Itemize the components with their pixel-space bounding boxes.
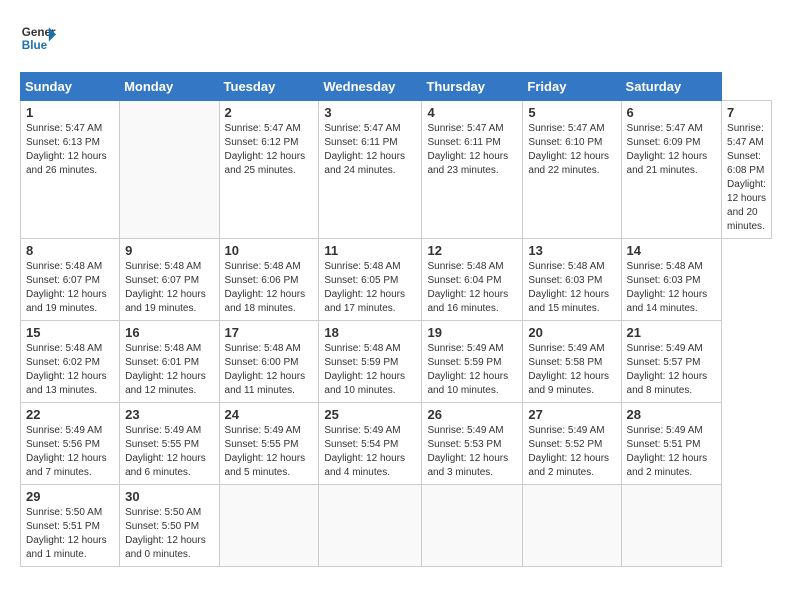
calendar-day-3: 3Sunrise: 5:47 AM Sunset: 6:11 PM Daylig… <box>319 101 422 239</box>
calendar-day-10: 10Sunrise: 5:48 AM Sunset: 6:06 PM Dayli… <box>219 239 319 321</box>
calendar-day-16: 16Sunrise: 5:48 AM Sunset: 6:01 PM Dayli… <box>120 321 219 403</box>
calendar-day-28: 28Sunrise: 5:49 AM Sunset: 5:51 PM Dayli… <box>621 403 721 485</box>
page-header: General Blue <box>20 20 772 56</box>
calendar-day-30: 30Sunrise: 5:50 AM Sunset: 5:50 PM Dayli… <box>120 485 219 567</box>
logo: General Blue <box>20 20 56 56</box>
calendar-day-4: 4Sunrise: 5:47 AM Sunset: 6:11 PM Daylig… <box>422 101 523 239</box>
calendar-day-19: 19Sunrise: 5:49 AM Sunset: 5:59 PM Dayli… <box>422 321 523 403</box>
weekday-header-thursday: Thursday <box>422 73 523 101</box>
calendar-empty <box>621 485 721 567</box>
calendar-empty <box>219 485 319 567</box>
calendar-day-9: 9Sunrise: 5:48 AM Sunset: 6:07 PM Daylig… <box>120 239 219 321</box>
weekday-header-wednesday: Wednesday <box>319 73 422 101</box>
calendar-day-20: 20Sunrise: 5:49 AM Sunset: 5:58 PM Dayli… <box>523 321 621 403</box>
calendar-day-26: 26Sunrise: 5:49 AM Sunset: 5:53 PM Dayli… <box>422 403 523 485</box>
calendar-empty <box>523 485 621 567</box>
calendar-day-22: 22Sunrise: 5:49 AM Sunset: 5:56 PM Dayli… <box>21 403 120 485</box>
calendar-day-18: 18Sunrise: 5:48 AM Sunset: 5:59 PM Dayli… <box>319 321 422 403</box>
calendar-day-6: 6Sunrise: 5:47 AM Sunset: 6:09 PM Daylig… <box>621 101 721 239</box>
calendar-day-5: 5Sunrise: 5:47 AM Sunset: 6:10 PM Daylig… <box>523 101 621 239</box>
calendar-day-7: 7Sunrise: 5:47 AM Sunset: 6:08 PM Daylig… <box>722 101 772 239</box>
svg-text:Blue: Blue <box>22 39 48 52</box>
calendar-day-25: 25Sunrise: 5:49 AM Sunset: 5:54 PM Dayli… <box>319 403 422 485</box>
calendar-day-27: 27Sunrise: 5:49 AM Sunset: 5:52 PM Dayli… <box>523 403 621 485</box>
calendar-day-29: 29Sunrise: 5:50 AM Sunset: 5:51 PM Dayli… <box>21 485 120 567</box>
weekday-header-monday: Monday <box>120 73 219 101</box>
calendar-table: SundayMondayTuesdayWednesdayThursdayFrid… <box>20 72 772 567</box>
calendar-day-21: 21Sunrise: 5:49 AM Sunset: 5:57 PM Dayli… <box>621 321 721 403</box>
weekday-header-tuesday: Tuesday <box>219 73 319 101</box>
calendar-day-2: 2Sunrise: 5:47 AM Sunset: 6:12 PM Daylig… <box>219 101 319 239</box>
weekday-header-saturday: Saturday <box>621 73 721 101</box>
calendar-day-8: 8Sunrise: 5:48 AM Sunset: 6:07 PM Daylig… <box>21 239 120 321</box>
calendar-day-12: 12Sunrise: 5:48 AM Sunset: 6:04 PM Dayli… <box>422 239 523 321</box>
calendar-day-11: 11Sunrise: 5:48 AM Sunset: 6:05 PM Dayli… <box>319 239 422 321</box>
calendar-day-13: 13Sunrise: 5:48 AM Sunset: 6:03 PM Dayli… <box>523 239 621 321</box>
calendar-empty <box>319 485 422 567</box>
calendar-day-14: 14Sunrise: 5:48 AM Sunset: 6:03 PM Dayli… <box>621 239 721 321</box>
calendar-day-24: 24Sunrise: 5:49 AM Sunset: 5:55 PM Dayli… <box>219 403 319 485</box>
calendar-day-1: 1Sunrise: 5:47 AM Sunset: 6:13 PM Daylig… <box>21 101 120 239</box>
calendar-empty <box>422 485 523 567</box>
logo-icon: General Blue <box>20 20 56 56</box>
calendar-day-17: 17Sunrise: 5:48 AM Sunset: 6:00 PM Dayli… <box>219 321 319 403</box>
calendar-empty <box>120 101 219 239</box>
calendar-day-15: 15Sunrise: 5:48 AM Sunset: 6:02 PM Dayli… <box>21 321 120 403</box>
weekday-header-sunday: Sunday <box>21 73 120 101</box>
calendar-day-23: 23Sunrise: 5:49 AM Sunset: 5:55 PM Dayli… <box>120 403 219 485</box>
weekday-header-friday: Friday <box>523 73 621 101</box>
